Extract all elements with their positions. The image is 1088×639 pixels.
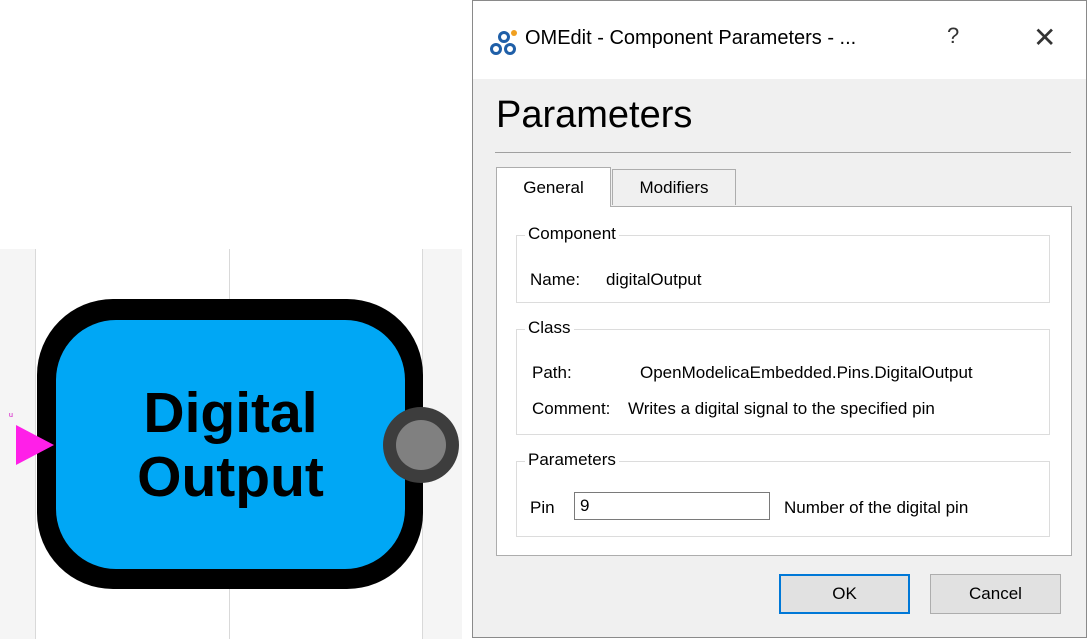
block-label-line1: Digital <box>143 380 318 445</box>
output-port-icon[interactable] <box>383 407 459 483</box>
component-group-title: Component <box>525 224 619 244</box>
name-value: digitalOutput <box>606 270 702 289</box>
tab-general[interactable]: General <box>496 167 611 207</box>
page-title: Parameters <box>496 94 693 136</box>
digital-output-block-body: Digital Output <box>56 320 405 569</box>
path-label: Path: <box>532 363 572 382</box>
tab-modifiers[interactable]: Modifiers <box>612 169 736 205</box>
pin-label: Pin <box>530 498 555 517</box>
component-parameters-dialog: OMEdit - Component Parameters - ... ? ✕ … <box>472 0 1087 638</box>
path-value: OpenModelicaEmbedded.Pins.DigitalOutput <box>640 363 973 382</box>
class-group: Class Path: OpenModelicaEmbedded.Pins.Di… <box>516 318 1050 435</box>
general-tab-panel: Component Name: digitalOutput Class Path… <box>496 206 1072 556</box>
dialog-titlebar[interactable]: OMEdit - Component Parameters - ... ? ✕ <box>473 1 1086 79</box>
heading-divider <box>495 152 1071 153</box>
pin-description: Number of the digital pin <box>784 498 969 517</box>
comment-label: Comment: <box>532 399 611 418</box>
help-button[interactable]: ? <box>947 23 959 49</box>
close-icon[interactable]: ✕ <box>1033 21 1056 54</box>
omedit-app-icon <box>490 30 517 55</box>
block-label-line2: Output <box>137 444 324 509</box>
input-port-icon[interactable] <box>16 425 54 465</box>
pin-input[interactable] <box>574 492 770 520</box>
name-label: Name: <box>530 270 581 289</box>
component-group: Component Name: digitalOutput <box>516 224 1050 303</box>
input-port-label: u <box>9 412 13 419</box>
parameters-group-title: Parameters <box>525 450 619 470</box>
parameters-group: Parameters Pin Number of the digital pin <box>516 450 1050 537</box>
comment-value: Writes a digital signal to the specified… <box>628 399 935 418</box>
window-title: OMEdit - Component Parameters - ... <box>525 27 857 49</box>
class-group-title: Class <box>525 318 574 338</box>
ok-button[interactable]: OK <box>779 574 910 614</box>
cancel-button[interactable]: Cancel <box>930 574 1061 614</box>
